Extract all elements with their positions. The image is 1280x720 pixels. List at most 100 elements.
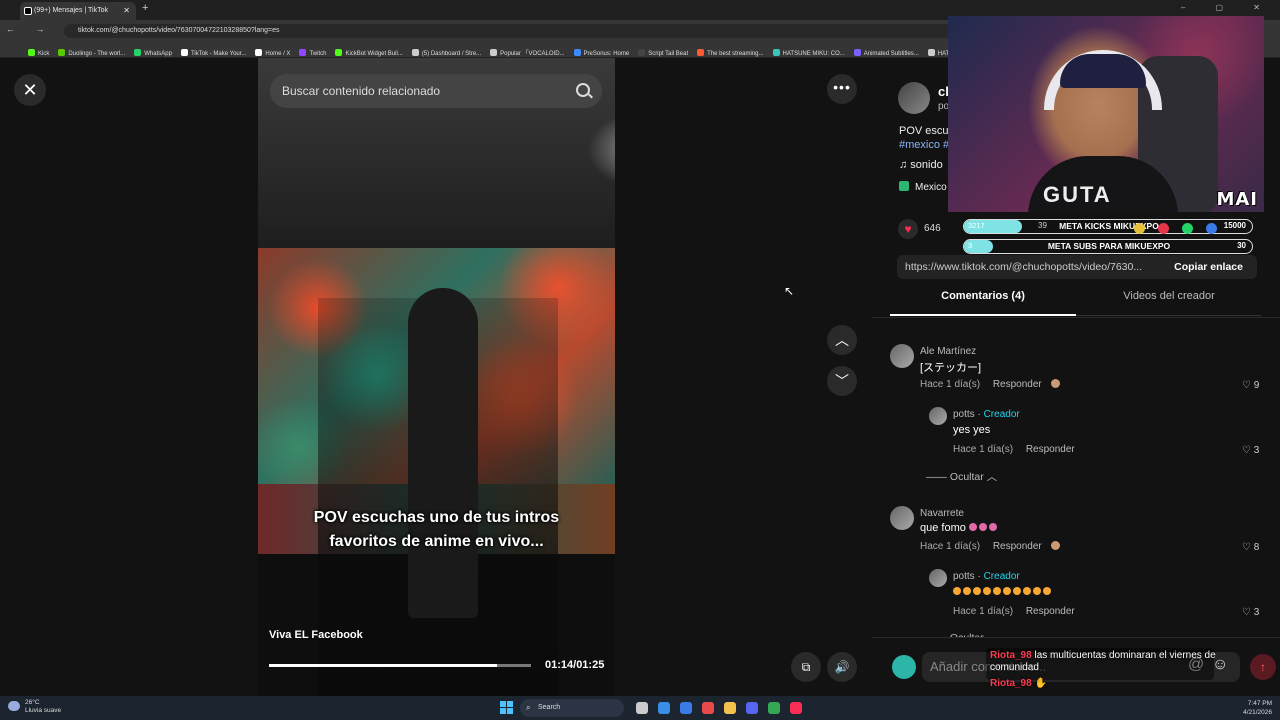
reply-button[interactable]: Responder bbox=[993, 541, 1042, 552]
file-explorer-icon[interactable] bbox=[724, 702, 736, 714]
reply-like-count: 3 bbox=[1253, 445, 1260, 456]
taskbar-search-label: Search bbox=[538, 704, 561, 711]
system-clock[interactable]: 7:47 PM 4/21/2026 bbox=[1236, 699, 1272, 717]
picture-in-picture-button[interactable]: ⧉ bbox=[791, 652, 821, 682]
comment-avatar[interactable] bbox=[890, 506, 914, 530]
video-search-input[interactable]: Buscar contenido relacionado bbox=[270, 74, 602, 108]
hashtag-links[interactable]: #mexico # bbox=[899, 139, 949, 151]
reply-like-button[interactable]: ♡ 3 bbox=[1242, 445, 1259, 456]
close-video-button[interactable]: ✕ bbox=[14, 74, 46, 106]
store-icon[interactable] bbox=[680, 702, 692, 714]
reply-username[interactable]: potts · Creador bbox=[953, 571, 1020, 582]
reply-reply-button[interactable]: Responder bbox=[1026, 444, 1075, 455]
share-link-box: https://www.tiktok.com/@chuchopotts/vide… bbox=[897, 255, 1257, 279]
location-icon bbox=[899, 181, 909, 191]
bookmark-label: Duolingo - The worl... bbox=[68, 51, 126, 57]
volume-button[interactable]: 🔊 bbox=[827, 652, 857, 682]
cap bbox=[1060, 54, 1146, 88]
hide-replies-toggle[interactable]: —— Ocultar ︿ bbox=[926, 469, 997, 484]
location-tag[interactable]: Mexico bbox=[899, 181, 947, 193]
more-options-button[interactable]: ••• bbox=[827, 74, 857, 104]
comment-text: que fomo bbox=[920, 522, 999, 534]
mouse-cursor-icon: ↖ bbox=[784, 284, 795, 298]
app-icon[interactable] bbox=[702, 702, 714, 714]
sound-link[interactable]: ♫ sonido bbox=[899, 159, 943, 171]
send-comment-button[interactable]: ↑ bbox=[1250, 654, 1276, 680]
video-player[interactable] bbox=[258, 58, 615, 696]
bookmark-label: Twitch bbox=[309, 51, 327, 57]
comment-username[interactable]: Navarrete bbox=[920, 508, 964, 519]
comment-like-count: 9 bbox=[1253, 380, 1260, 391]
reply-time: Hace 1 día(s) bbox=[953, 444, 1014, 455]
tab-creator-videos[interactable]: Videos del creador bbox=[1076, 290, 1262, 316]
emoji-icon bbox=[968, 523, 977, 531]
tab-comments[interactable]: Comentarios (4) bbox=[890, 290, 1076, 316]
previous-video-button[interactable]: ︿ bbox=[827, 325, 857, 355]
comment-time: Hace 1 día(s) bbox=[920, 379, 981, 390]
video-progress-bar[interactable] bbox=[269, 664, 531, 667]
weather-widget[interactable]: 26°C Lluvia suave bbox=[25, 699, 61, 715]
taskbar-apps bbox=[636, 701, 812, 719]
reply-reply-button[interactable]: Responder bbox=[1026, 606, 1075, 617]
comment-meta: Hace 1 día(s) Responder bbox=[920, 379, 1060, 390]
comment-like-count: 8 bbox=[1253, 542, 1260, 553]
emoji-icon bbox=[983, 587, 991, 595]
share-link-url[interactable]: https://www.tiktok.com/@chuchopotts/vide… bbox=[905, 261, 1142, 273]
clock-date: 4/21/2026 bbox=[1243, 709, 1272, 716]
bookmark-label: KickBot Widget Buil... bbox=[345, 51, 403, 57]
url-field[interactable]: tiktok.com/@chuchopotts/video/7630700472… bbox=[64, 24, 964, 38]
like-button[interactable]: ♥ bbox=[898, 219, 918, 239]
comment-like-button[interactable]: ♡ 9 bbox=[1242, 380, 1259, 391]
emoji-icon bbox=[1033, 587, 1041, 595]
comment-like-button[interactable]: ♡ 8 bbox=[1242, 542, 1259, 553]
reply-emoji-row bbox=[953, 586, 1053, 598]
edge-icon[interactable] bbox=[658, 702, 670, 714]
video-caption: POV escuchas uno de tus intros favoritos… bbox=[258, 506, 615, 554]
search-icon[interactable] bbox=[576, 83, 590, 97]
kicks-goal-target: 15000 bbox=[1223, 221, 1246, 230]
reply-like-button[interactable]: ♡ 3 bbox=[1242, 607, 1259, 618]
next-video-button[interactable]: ﹀ bbox=[827, 366, 857, 396]
comment-text: [ステッカー] bbox=[920, 362, 982, 374]
reply-avatar[interactable] bbox=[929, 407, 947, 425]
like-count: 646 bbox=[924, 223, 941, 234]
copy-link-button[interactable]: Copiar enlace bbox=[1174, 261, 1243, 273]
start-menu-icon[interactable] bbox=[500, 701, 513, 714]
caption-line-2: favoritos de anime en vivo... bbox=[329, 533, 544, 550]
bookmark-icon bbox=[134, 49, 142, 56]
emoji-icon bbox=[1023, 587, 1031, 595]
browser-tab[interactable]: (99+) Mensajes | TikTok ✕ bbox=[20, 2, 136, 20]
chat-message: Riota_98 las multicuentas dominaran el v… bbox=[990, 650, 1230, 674]
creator-badge: Creador bbox=[983, 571, 1020, 582]
reply-user-name: potts bbox=[953, 409, 975, 420]
chat-username: Riota_98 bbox=[990, 678, 1032, 689]
comment-avatar[interactable] bbox=[890, 344, 914, 368]
emoji-icon bbox=[1043, 587, 1051, 595]
tab-close-icon[interactable]: ✕ bbox=[123, 2, 130, 20]
window-controls[interactable]: – ▢ ✕ bbox=[1181, 3, 1274, 12]
discord-icon[interactable] bbox=[746, 702, 758, 714]
task-view-icon[interactable] bbox=[636, 702, 648, 714]
new-tab-button[interactable]: + bbox=[142, 2, 148, 14]
emoji-icon bbox=[953, 587, 961, 595]
bookmark-icon bbox=[638, 49, 646, 56]
subs-goal-bar: 3 META SUBS PARA MIKUEXPO 30 bbox=[963, 239, 1253, 254]
subs-goal-label: META SUBS PARA MIKUEXPO bbox=[1047, 241, 1171, 251]
bookmark-icon bbox=[180, 49, 188, 56]
music-icon[interactable] bbox=[790, 702, 802, 714]
facebook-icon bbox=[1206, 223, 1217, 234]
search-icon: ⌕ bbox=[526, 703, 531, 712]
creator-avatar[interactable] bbox=[898, 82, 930, 114]
reply-avatar[interactable] bbox=[929, 569, 947, 587]
tiktok-icon bbox=[24, 7, 32, 15]
reply-username[interactable]: potts · Creador bbox=[953, 409, 1020, 420]
taskbar-search[interactable]: ⌕ Search bbox=[520, 699, 624, 717]
chrome-icon[interactable] bbox=[768, 702, 780, 714]
weather-icon[interactable] bbox=[8, 701, 20, 711]
comment-username[interactable]: Ale Martínez bbox=[920, 346, 976, 357]
stream-brand: MAI bbox=[1216, 189, 1258, 210]
creator-liked-icon bbox=[1050, 541, 1060, 550]
video-account-label[interactable]: Viva EL Facebook bbox=[269, 629, 363, 641]
reply-button[interactable]: Responder bbox=[993, 379, 1042, 390]
bookmark-icon bbox=[299, 49, 307, 56]
